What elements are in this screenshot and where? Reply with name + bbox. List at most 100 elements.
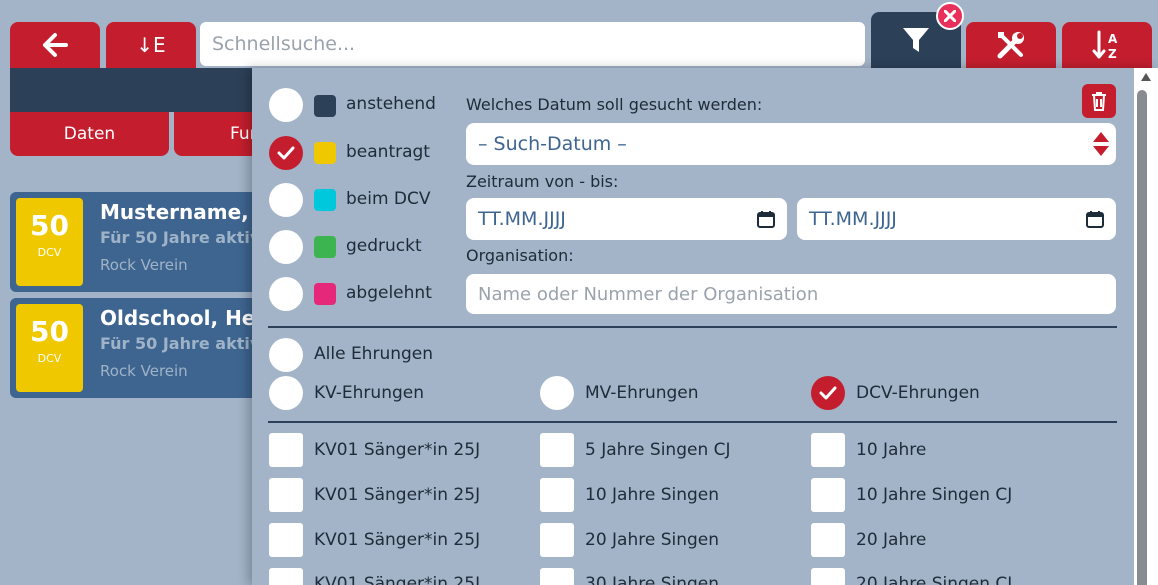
status-radio-abgelehnt[interactable] [269,277,303,311]
honor-checkbox[interactable] [269,478,303,512]
card-name: Musternamе, T [100,200,260,224]
tab-daten-label: Daten [63,124,116,144]
calendar-icon [757,211,775,228]
card-description: Für 50 Jahre aktiv [100,228,260,247]
date-from-field[interactable]: TT.MM.JJJJ [466,198,787,240]
filter-icon [903,28,929,52]
date-type-value: – Such-Datum – [478,133,627,155]
tools-button[interactable] [966,22,1056,68]
list-item[interactable]: 50 DCV Oldschool, Hel Für 50 Jahre aktiv… [10,298,260,398]
honor-checkbox[interactable] [540,478,574,512]
honor-label: KV01 Sänger*in 25J [314,440,481,460]
back-button[interactable] [10,22,100,68]
badge-subtitle: DCV [37,246,62,259]
honor-label: KV01 Sänger*in 25J [314,485,481,505]
honor-checkbox[interactable] [811,478,845,512]
honor-label: KV01 Sänger*in 25J [314,574,481,585]
badge-subtitle: DCV [37,352,62,365]
status-swatch-gedruckt [314,236,336,258]
honor-label: 20 Jahre [856,530,927,550]
list-item[interactable]: 50 DCV Musternamе, T Für 50 Jahre aktiv … [10,192,260,292]
status-label-abgelehnt: abgelehnt [346,283,432,303]
range-label: Zeitraum von - bis: [466,172,619,191]
all-honors-label: Alle Ehrungen [314,344,434,364]
card-name: Oldschool, Hel [100,306,260,330]
honor-checkbox[interactable] [269,523,303,557]
date-to-field[interactable]: TT.MM.JJJJ [797,198,1116,240]
tools-icon [997,32,1024,59]
badge-number: 50 [30,209,69,242]
checkmark-icon [277,146,295,160]
divider [268,326,1117,328]
honor-badge: 50 DCV [16,304,83,392]
date-to-placeholder: TT.MM.JJJJ [809,208,897,230]
status-swatch-abgelehnt [314,283,336,305]
status-radio-beantragt[interactable] [269,136,303,170]
honor-checkbox[interactable] [540,568,574,585]
select-arrows-icon [1093,132,1109,156]
honor-label: 20 Jahre Singen [585,530,720,550]
honor-checkbox[interactable] [540,433,574,467]
trash-icon [1092,92,1106,111]
clear-filter-button[interactable] [936,2,964,30]
status-label-gedruckt: gedruckt [346,236,422,256]
honor-label: 10 Jahre [856,440,927,460]
organisation-input[interactable]: Name oder Nummer der Organisation [466,274,1116,314]
checkmark-icon [819,386,837,400]
status-label-anstehend: anstehend [346,94,436,114]
clear-fields-button[interactable] [1082,84,1116,118]
filter-panel: anstehend beantragt beim DCV gedruckt ab… [252,68,1158,585]
status-swatch-beantragt [314,142,336,164]
radio-mv-honors[interactable] [540,376,574,410]
honor-label: 30 Jahre Singen [585,574,720,585]
sort-az-icon: A Z [1092,30,1118,61]
radio-kv-honors[interactable] [269,376,303,410]
dcv-honors-label: DCV-Ehrungen [856,383,980,403]
status-label-beantragt: beantragt [346,142,430,162]
radio-dcv-honors[interactable] [811,376,845,410]
honor-checkbox[interactable] [811,568,845,585]
close-icon [944,10,956,22]
sort-direction-button[interactable]: ↓E [106,22,196,68]
honor-label: KV01 Sänger*in 25J [314,530,481,550]
honor-checkbox[interactable] [269,568,303,585]
calendar-icon [1086,211,1104,228]
honor-label: 10 Jahre Singen [585,485,720,505]
status-radio-anstehend[interactable] [269,88,303,122]
tab-daten[interactable]: Daten [10,112,169,156]
card-description: Für 50 Jahre aktiv [100,334,260,353]
badge-number: 50 [30,315,69,348]
header-bar [10,68,260,112]
date-question-label: Welches Datum soll gesucht werden: [466,95,763,114]
card-organisation: Rock Verein [100,256,188,274]
date-from-placeholder: TT.MM.JJJJ [478,208,566,230]
divider [268,421,1117,423]
organisation-label: Organisation: [466,246,574,265]
scroll-up-arrow-icon [1141,73,1151,81]
svg-text:A: A [1108,32,1118,46]
honor-checkbox[interactable] [540,523,574,557]
svg-text:Z: Z [1108,47,1117,61]
search-input[interactable] [200,22,865,66]
honor-checkbox[interactable] [811,523,845,557]
honor-label: 20 Jahre Singen CJ [856,574,1013,585]
radio-all-honors[interactable] [269,338,303,372]
kv-honors-label: KV-Ehrungen [314,383,424,403]
status-swatch-beim-dcv [314,189,336,211]
organisation-placeholder: Name oder Nummer der Organisation [478,283,819,305]
status-radio-gedruckt[interactable] [269,230,303,264]
arrow-left-icon [43,33,68,57]
sort-az-button[interactable]: A Z [1062,22,1152,68]
honor-checkbox[interactable] [269,433,303,467]
honor-label: 10 Jahre Singen CJ [856,485,1013,505]
status-radio-beim-dcv[interactable] [269,183,303,217]
card-organisation: Rock Verein [100,362,188,380]
scrollbar-thumb[interactable] [1137,90,1147,585]
mv-honors-label: MV-Ehrungen [585,383,699,403]
status-swatch-anstehend [314,95,336,117]
sort-direction-label: ↓E [136,33,166,57]
status-label-beim-dcv: beim DCV [346,189,431,209]
honor-label: 5 Jahre Singen CJ [585,440,731,460]
date-type-select[interactable]: – Such-Datum – [466,123,1116,165]
honor-checkbox[interactable] [811,433,845,467]
